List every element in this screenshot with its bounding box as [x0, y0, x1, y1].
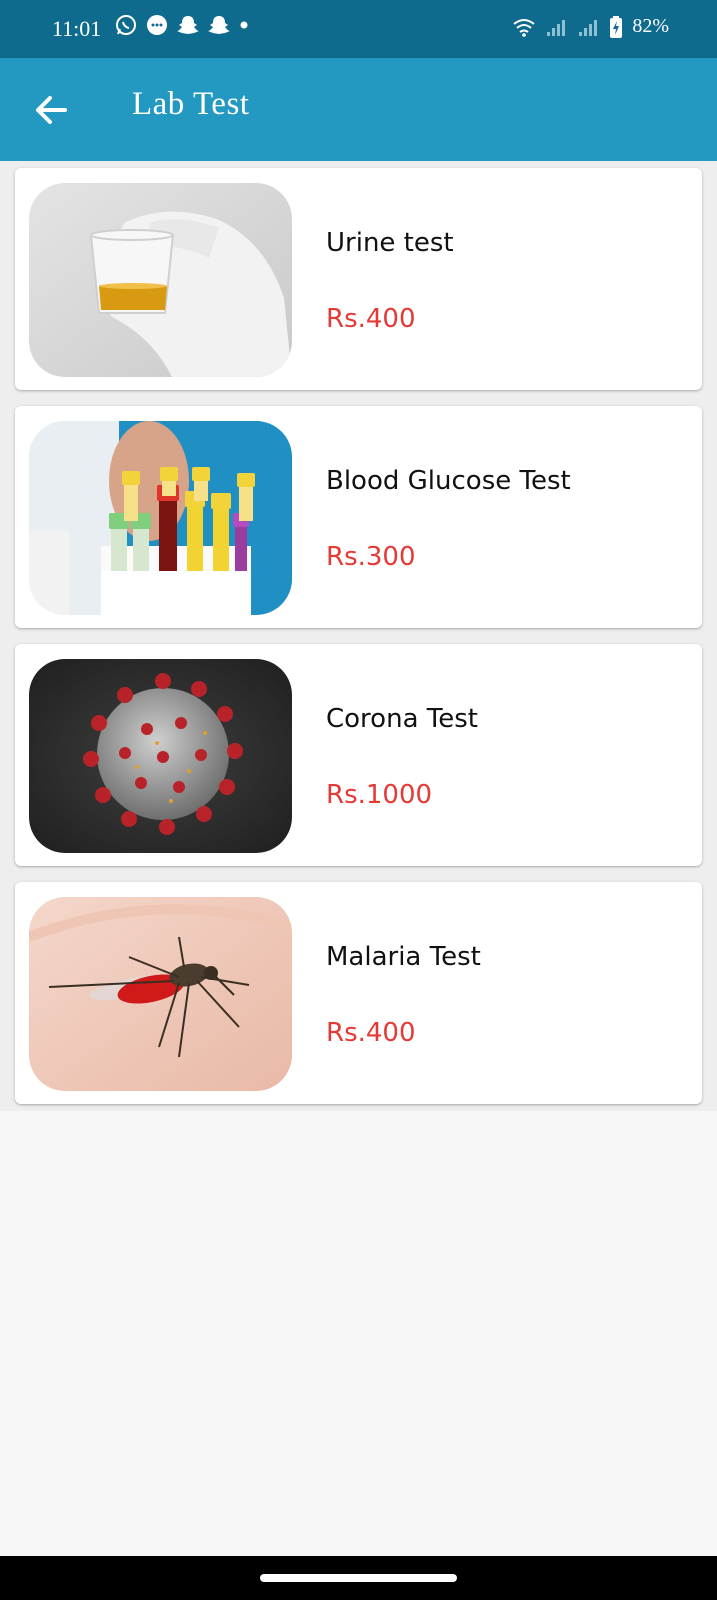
arrow-left-icon [36, 96, 67, 124]
test-name: Blood Glucose Test [326, 466, 571, 496]
test-price: Rs.300 [326, 542, 416, 572]
battery-icon [610, 15, 623, 38]
status-time: 11:01 [52, 16, 102, 41]
test-price: Rs.1000 [326, 780, 433, 810]
test-name: Corona Test [326, 704, 478, 734]
test-name: Urine test [326, 228, 454, 258]
test-price: Rs.400 [326, 304, 416, 334]
blood-tubes-image [29, 421, 292, 615]
dot-icon [240, 21, 248, 29]
test-card-urine[interactable]: Urine test Rs.400 [15, 168, 702, 390]
test-list: Urine test Rs.400 Blood Glucose Test Rs.… [0, 161, 717, 1111]
system-icons: 82% [512, 15, 669, 38]
whatsapp-icon [116, 15, 136, 35]
navigation-bar [0, 1556, 717, 1600]
wifi-icon [513, 18, 535, 37]
snapchat-icon [208, 16, 230, 34]
signal-icon [547, 19, 566, 36]
snapchat-icon [177, 16, 199, 34]
test-card-malaria[interactable]: Malaria Test Rs.400 [15, 882, 702, 1104]
home-gesture-handle[interactable] [260, 1574, 457, 1582]
page-title: Lab Test [132, 86, 250, 122]
battery-percent: 82% [632, 15, 669, 37]
test-card-corona[interactable]: Corona Test Rs.1000 [15, 644, 702, 866]
status-bar: 11:01 82% [0, 0, 717, 58]
test-name: Malaria Test [326, 942, 481, 972]
coronavirus-image [29, 659, 292, 853]
signal-icon [579, 19, 598, 36]
mosquito-image [29, 897, 292, 1091]
back-button[interactable] [33, 92, 73, 128]
urine-sample-image [29, 183, 292, 377]
messages-icon [147, 15, 167, 35]
test-price: Rs.400 [326, 1018, 416, 1048]
app-bar: Lab Test [0, 58, 717, 161]
test-card-blood-glucose[interactable]: Blood Glucose Test Rs.300 [15, 406, 702, 628]
notification-icons [115, 14, 249, 36]
